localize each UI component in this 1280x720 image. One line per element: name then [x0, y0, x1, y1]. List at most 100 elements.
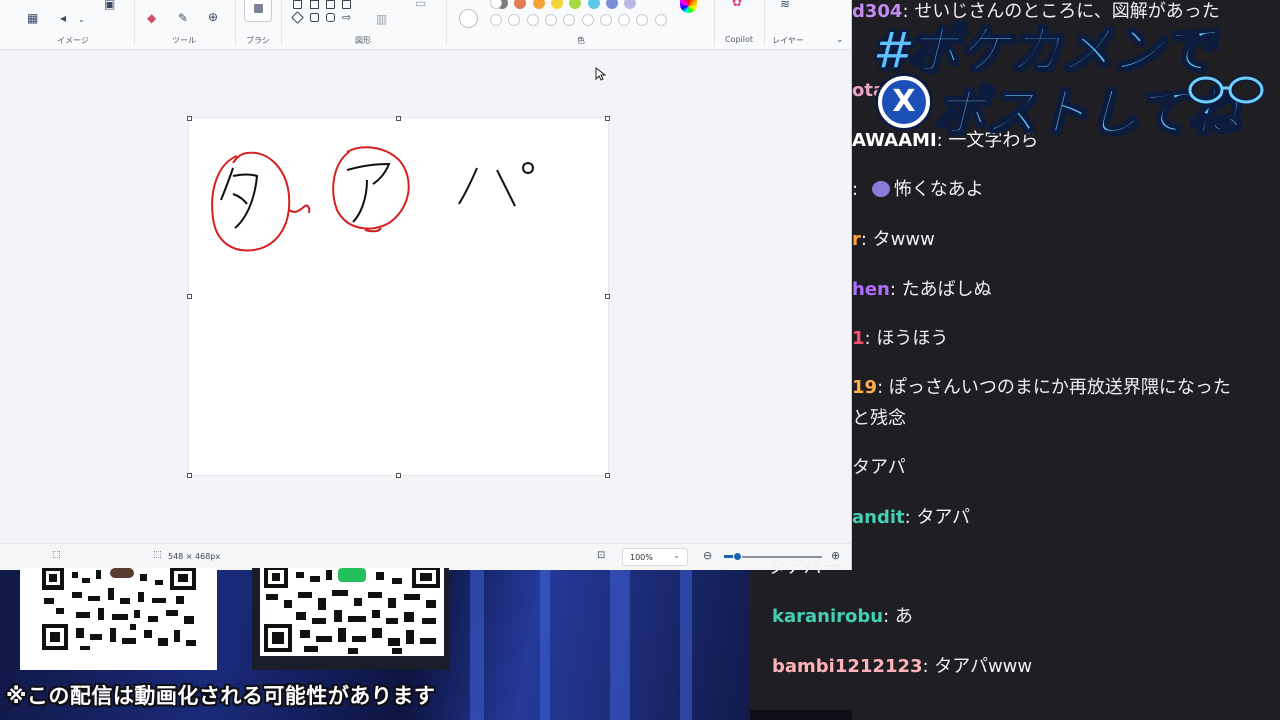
- chat-username[interactable]: karanirobu: [772, 606, 883, 627]
- eraser-icon[interactable]: ◆: [147, 12, 156, 24]
- palette-color-swatch[interactable]: [532, 0, 545, 9]
- resize-handle[interactable]: [396, 116, 401, 121]
- resize-handle[interactable]: [187, 473, 192, 478]
- chat-message: karanirobu: あ: [772, 605, 913, 629]
- chat-text: : タアパ: [904, 507, 971, 528]
- paint-window: ▦ ◂ ⌄ ▣ イメージ ◆ ✎ ⊕ ツール ブラシ ⇨ ▥ ▭ 図形 色 ✿ …: [0, 0, 852, 570]
- resize-handle[interactable]: [605, 294, 610, 299]
- shape-fill-icon[interactable]: ▥: [376, 13, 387, 25]
- copilot-icon[interactable]: ✿: [732, 0, 742, 8]
- qr-code-right: [256, 568, 446, 660]
- brush-button[interactable]: [244, 0, 272, 22]
- group-label-layers: レイヤー: [772, 36, 804, 45]
- chat-text: : ほうほう: [864, 328, 949, 349]
- chat-text: : あ: [883, 606, 913, 627]
- chevron-down-icon: ⌄: [673, 551, 680, 560]
- chat-message: 1: ほうほう: [852, 327, 948, 351]
- palette-color-swatch[interactable]: [569, 0, 582, 9]
- chat-text: : タwww: [860, 229, 935, 250]
- ribbon: ▦ ◂ ⌄ ▣ イメージ ◆ ✎ ⊕ ツール ブラシ ⇨ ▥ ▭ 図形 色 ✿ …: [0, 0, 851, 50]
- qr-card-right: [252, 568, 449, 670]
- group-label-image: イメージ: [57, 36, 89, 45]
- chat-message: bambi1212123: タアパwww: [772, 655, 1032, 679]
- chat-username[interactable]: bambi1212123: [772, 656, 923, 677]
- layers-icon[interactable]: ≋: [780, 0, 790, 10]
- chat-message: タアパ: [852, 456, 906, 480]
- palette-color-swatch[interactable]: [587, 0, 600, 9]
- chat-message: 19: ぽっさんいつのまにか再放送界隈になった: [852, 376, 1231, 400]
- pentagon2-shape-icon[interactable]: [310, 13, 319, 22]
- palette-color-swatch[interactable]: [624, 0, 637, 9]
- drawing-canvas[interactable]: [189, 118, 608, 475]
- custom-color-slot[interactable]: [618, 14, 631, 26]
- canvas-size-icon: ⬚: [153, 550, 162, 560]
- char-a-stroke: [346, 162, 391, 185]
- palette-color-swatch[interactable]: [605, 0, 618, 9]
- resize-handle[interactable]: [187, 294, 192, 299]
- fit-to-window-icon[interactable]: ⊡: [597, 550, 605, 561]
- arrow-stroke: [288, 204, 311, 214]
- resize-handle[interactable]: [396, 473, 401, 478]
- custom-color-slot[interactable]: [490, 14, 502, 26]
- diamond-shape-icon[interactable]: [291, 11, 304, 24]
- color-2-swatch[interactable]: [459, 9, 478, 28]
- magnifier-icon[interactable]: ⊕: [208, 11, 218, 23]
- mouse-cursor-icon: [595, 67, 606, 81]
- custom-color-slot[interactable]: [563, 14, 576, 26]
- custom-color-slot[interactable]: [508, 14, 521, 26]
- custom-color-slot[interactable]: [599, 14, 612, 26]
- chat-panel-bottom: [750, 570, 1280, 710]
- chat-username[interactable]: 19: [852, 377, 877, 398]
- outline-icon[interactable]: ▭: [415, 0, 426, 9]
- chat-username[interactable]: 1: [852, 328, 865, 349]
- ribbon-collapse-chevron-icon[interactable]: ⌄: [836, 34, 844, 46]
- resize-handle[interactable]: [605, 473, 610, 478]
- group-label-tools: ツール: [172, 36, 196, 45]
- group-label-shapes: 図形: [355, 36, 371, 45]
- custom-color-slot[interactable]: [581, 14, 594, 26]
- custom-color-slot[interactable]: [544, 14, 557, 26]
- custom-color-slot[interactable]: [636, 14, 649, 26]
- color-wheel-icon[interactable]: [680, 0, 697, 13]
- status-bar: ⬚ ⬚ 548 × 468px ⊡ 100% ⌄ ⊖ ⊕: [0, 543, 851, 570]
- char-ta-stroke3: [232, 193, 248, 205]
- crop-icon[interactable]: ◂: [60, 12, 66, 24]
- triangle-shape-icon[interactable]: [310, 0, 319, 9]
- custom-color-slot[interactable]: [654, 14, 667, 26]
- chat-message: と残念: [852, 407, 906, 431]
- stream-disclaimer: ※この配信は動画化される可能性があります: [6, 684, 436, 708]
- palette-color-swatch[interactable]: [514, 0, 527, 9]
- chat-text: : たあばしぬ: [889, 279, 992, 300]
- select-icon[interactable]: ▦: [27, 12, 38, 24]
- chevron-down-icon[interactable]: ⌄: [78, 14, 85, 26]
- chat-text: タアパ: [852, 457, 906, 478]
- zoom-out-icon[interactable]: ⊖: [703, 549, 712, 562]
- chat-username[interactable]: andit: [852, 507, 905, 528]
- glasses-icon: [1187, 75, 1265, 105]
- arrow-shape-icon[interactable]: ⇨: [342, 12, 351, 23]
- chat-text: : ぽっさんいつのまにか再放送界隈になった: [877, 377, 1231, 398]
- color-picker-icon[interactable]: ✎: [178, 12, 188, 24]
- custom-color-slot[interactable]: [526, 14, 539, 26]
- selection-icon: ⬚: [52, 550, 61, 560]
- rectangle-shape-icon[interactable]: [293, 0, 302, 9]
- char-a-stroke2: [352, 179, 368, 223]
- pentagon-shape-icon[interactable]: [342, 0, 351, 9]
- chat-username[interactable]: hen: [852, 279, 890, 300]
- zoom-select[interactable]: 100% ⌄: [622, 548, 688, 566]
- image-icon[interactable]: ▣: [104, 0, 115, 10]
- right-triangle-shape-icon[interactable]: [326, 0, 335, 9]
- char-pa-stroke: [458, 167, 478, 205]
- hashtag-overlay: #ポケカメンで ポストしてね: [871, 8, 1268, 144]
- chat-username[interactable]: r: [852, 229, 861, 250]
- chat-message: タアパー: [768, 556, 840, 580]
- hexagon-shape-icon[interactable]: [326, 13, 335, 22]
- chat-text: タアパー: [768, 557, 840, 578]
- resize-handle[interactable]: [187, 116, 192, 121]
- zoom-slider-knob[interactable]: [733, 552, 742, 561]
- resize-handle[interactable]: [605, 116, 610, 121]
- chat-text: : タアパwww: [922, 656, 1033, 677]
- group-label-brushes: ブラシ: [246, 36, 270, 45]
- char-pa-maru: [522, 162, 534, 174]
- palette-color-swatch[interactable]: [550, 0, 563, 9]
